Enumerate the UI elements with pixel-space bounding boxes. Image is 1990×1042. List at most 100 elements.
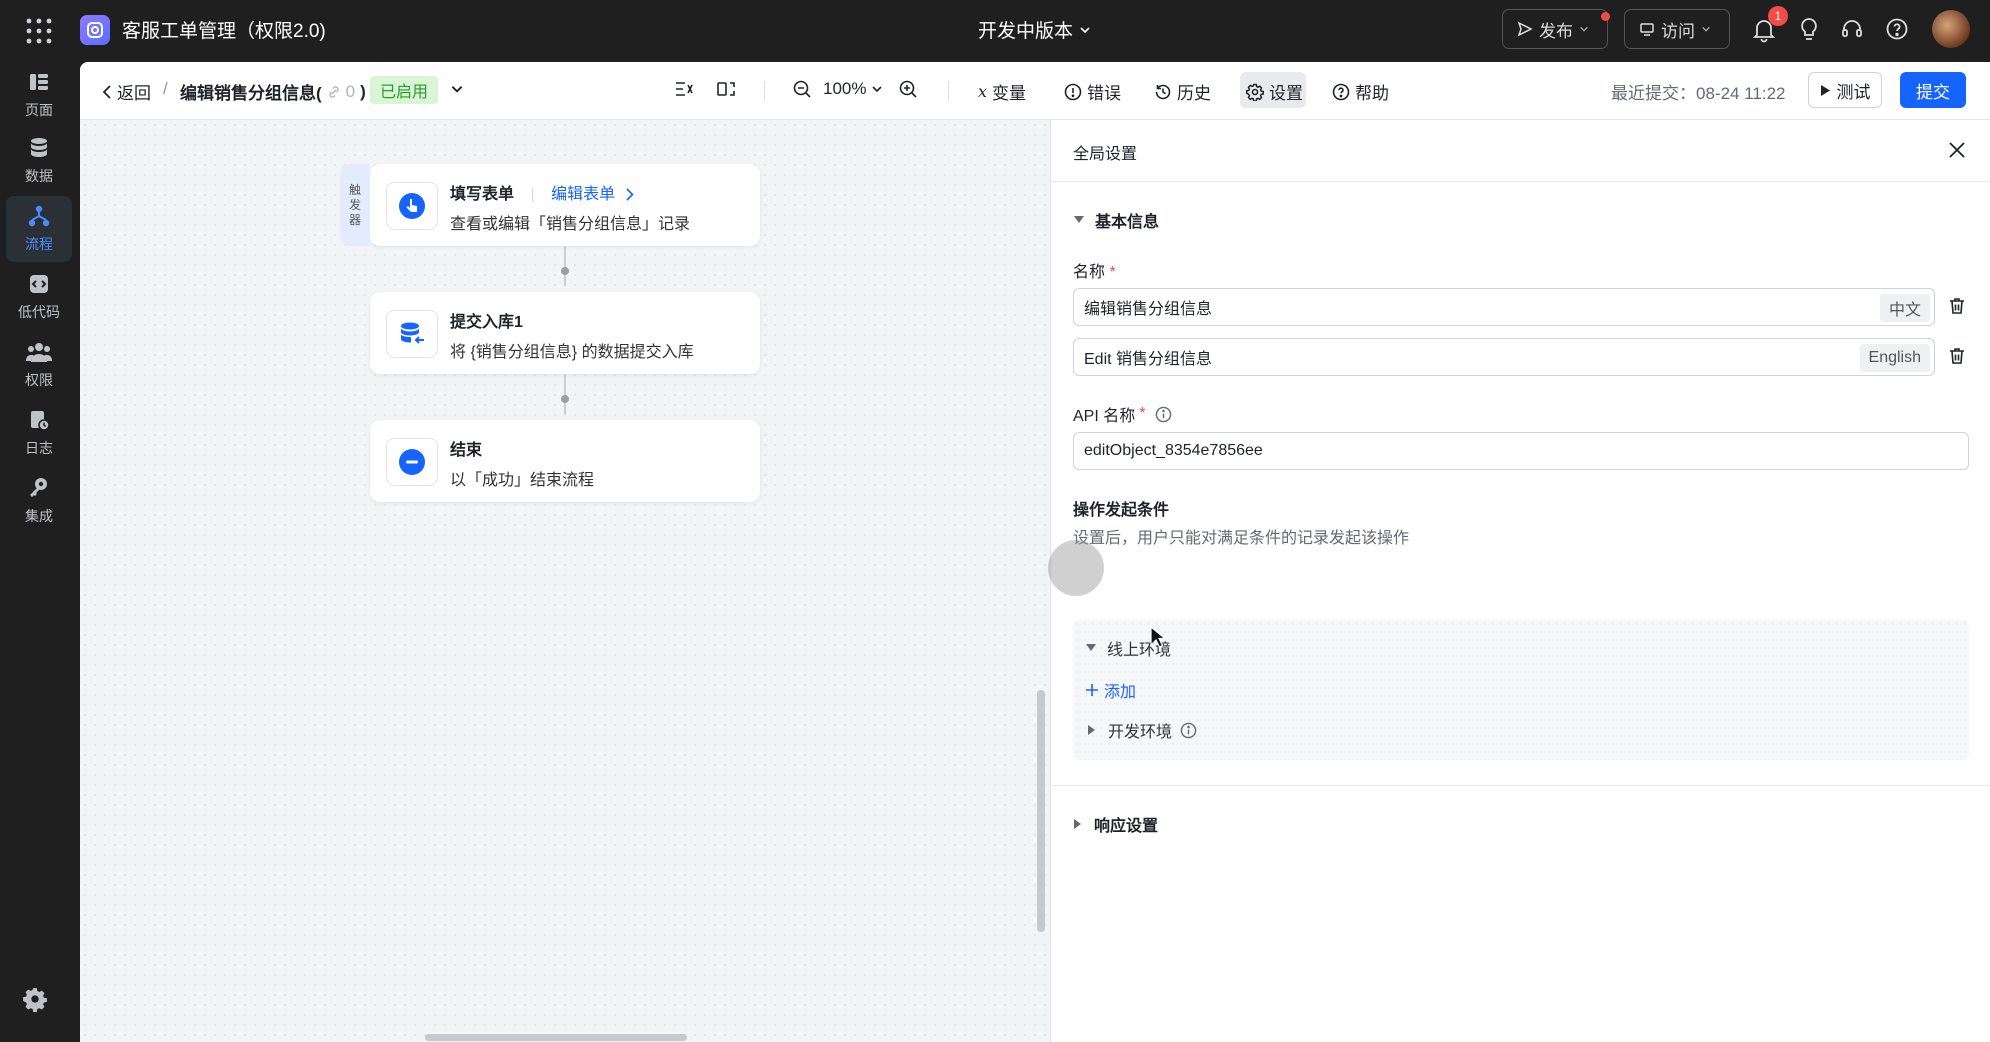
app-title: 客服工单管理（权限2.0)	[122, 21, 326, 42]
end-icon	[386, 438, 438, 486]
headset-icon[interactable]	[1840, 17, 1864, 41]
help-button[interactable]: 帮助	[1332, 79, 1389, 104]
history-button[interactable]: 历史	[1154, 79, 1211, 104]
edit-form-link[interactable]: 编辑表单	[551, 186, 615, 203]
database-icon	[27, 136, 51, 160]
alert-icon	[1064, 83, 1082, 101]
dev-env-section[interactable]: 开发环境	[1087, 718, 1197, 742]
sidebar-item-data[interactable]: 数据	[6, 128, 72, 194]
lightbulb-icon[interactable]	[1798, 17, 1820, 43]
flow-name-close: )	[360, 81, 366, 101]
main-area: 返回 / 编辑销售分组信息( 0 ) 已启用 100% 𝑥 变量 错误 历史 设…	[80, 62, 1990, 1042]
section-title: 响应设置	[1094, 818, 1159, 835]
history-icon	[1154, 83, 1172, 101]
help-icon[interactable]	[1885, 17, 1909, 41]
submit-db-node[interactable]: 提交入库1 将 {销售分组信息} 的数据提交入库	[370, 292, 760, 374]
node-desc: 将 {销售分组信息} 的数据提交入库	[450, 344, 694, 361]
section-title: 基本信息	[1095, 214, 1160, 231]
variables-label: 变量	[992, 84, 1027, 103]
avatar[interactable]	[1932, 10, 1970, 48]
info-icon[interactable]	[1180, 722, 1197, 739]
status-dropdown[interactable]	[450, 82, 464, 96]
close-icon[interactable]	[1947, 140, 1967, 160]
zoom-out-icon[interactable]	[792, 79, 812, 99]
caret-right-icon	[1087, 724, 1096, 736]
auto-layout-icon[interactable]	[674, 79, 694, 99]
node-title: 填写表单 | 编辑表单	[450, 180, 634, 204]
name-zh-input[interactable]: 编辑销售分组信息 中文	[1073, 288, 1935, 326]
variables-button[interactable]: 𝑥 变量	[978, 79, 1026, 104]
trigger-tag: 触发器	[340, 164, 370, 246]
sidebar-item-label: 数据	[25, 168, 53, 184]
sidebar-item-integration[interactable]: 集成	[6, 468, 72, 534]
submit-button[interactable]: 提交	[1900, 72, 1966, 108]
required-mark: *	[1139, 405, 1146, 422]
horizontal-scrollbar[interactable]	[425, 1034, 687, 1041]
section-divider	[1051, 785, 1990, 786]
panel-title: 全局设置	[1073, 146, 1138, 163]
settings-label: 设置	[1269, 84, 1303, 103]
trash-icon[interactable]	[1947, 296, 1967, 316]
end-node[interactable]: 结束 以「成功」结束流程	[370, 420, 760, 502]
connector-dot[interactable]	[561, 395, 569, 403]
sidebar-item-label: 权限	[25, 372, 53, 388]
sidebar-item-permissions[interactable]: 权限	[6, 332, 72, 398]
errors-button[interactable]: 错误	[1064, 79, 1121, 104]
node-title: 结束	[450, 442, 483, 459]
test-button[interactable]: 测试	[1808, 72, 1882, 108]
info-icon[interactable]	[1155, 406, 1172, 423]
api-name-input[interactable]: editObject_8354e7856ee	[1073, 432, 1969, 470]
title-divider: |	[530, 186, 535, 203]
settings-button[interactable]: 设置	[1246, 79, 1303, 104]
flow-canvas[interactable]: 触发器 填写表单 | 编辑表单 查看或编辑「销售分组信息」记录 提交入库1 将 …	[80, 120, 1050, 1042]
sidebar-item-lowcode[interactable]: 低代码	[6, 264, 72, 330]
chevron-down-icon	[1701, 24, 1711, 34]
fit-view-icon[interactable]	[716, 79, 736, 99]
sidebar-item-label: 低代码	[18, 304, 60, 320]
hand-pointer-icon	[386, 182, 438, 230]
basic-info-section[interactable]: 基本信息	[1073, 208, 1159, 232]
status-badge: 已启用	[370, 76, 439, 104]
trigger-node[interactable]: 触发器 填写表单 | 编辑表单 查看或编辑「销售分组信息」记录	[340, 164, 760, 246]
breadcrumb-separator: /	[163, 79, 168, 98]
gear-icon[interactable]	[22, 986, 48, 1012]
link-icon	[327, 85, 341, 99]
gear-icon	[1246, 83, 1264, 101]
name-en-input[interactable]: Edit 销售分组信息 English	[1073, 338, 1935, 376]
version-selector[interactable]: 开发中版本	[978, 16, 1091, 43]
vertical-scrollbar[interactable]	[1037, 690, 1045, 932]
plus-icon	[1085, 683, 1099, 697]
publish-label: 发布	[1539, 21, 1573, 41]
connector-dot[interactable]	[561, 267, 569, 275]
sidebar-item-flow[interactable]: 流程	[6, 196, 72, 262]
response-settings-section[interactable]: 响应设置	[1073, 812, 1158, 836]
add-condition-button[interactable]: 添加	[1085, 678, 1136, 702]
variable-icon: 𝑥	[978, 82, 988, 101]
caret-down-icon	[1073, 215, 1085, 225]
trash-icon[interactable]	[1947, 346, 1967, 366]
last-submit-time: 最近提交：08-24 11:22	[1611, 84, 1786, 103]
cursor-halo	[1048, 540, 1104, 596]
monitor-icon	[1639, 21, 1655, 37]
chevron-down-icon	[871, 83, 883, 95]
publish-button[interactable]: 发布	[1502, 9, 1610, 49]
sidebar-item-page[interactable]: 页面	[6, 62, 72, 128]
node-title: 提交入库1	[450, 314, 523, 331]
sidebar-item-logs[interactable]: 日志	[6, 400, 72, 466]
app-logo	[80, 15, 110, 45]
chevron-right-icon	[625, 188, 634, 201]
zoom-select[interactable]: 100%	[823, 79, 883, 99]
visit-button[interactable]: 访问	[1624, 9, 1730, 49]
page-icon	[27, 70, 51, 94]
connector-line	[564, 246, 566, 286]
flow-name: 编辑销售分组信息(	[180, 84, 322, 103]
apps-grid-icon[interactable]	[26, 18, 52, 44]
api-label-text: API 名称	[1073, 408, 1136, 425]
back-button[interactable]: 返回	[102, 79, 151, 104]
notification-badge: 1	[1768, 6, 1788, 26]
chevron-down-icon	[450, 82, 464, 96]
visit-label: 访问	[1661, 21, 1695, 41]
toolbar-divider	[764, 81, 765, 101]
api-name-value: editObject_8354e7856ee	[1084, 442, 1263, 459]
zoom-in-icon[interactable]	[898, 79, 918, 99]
